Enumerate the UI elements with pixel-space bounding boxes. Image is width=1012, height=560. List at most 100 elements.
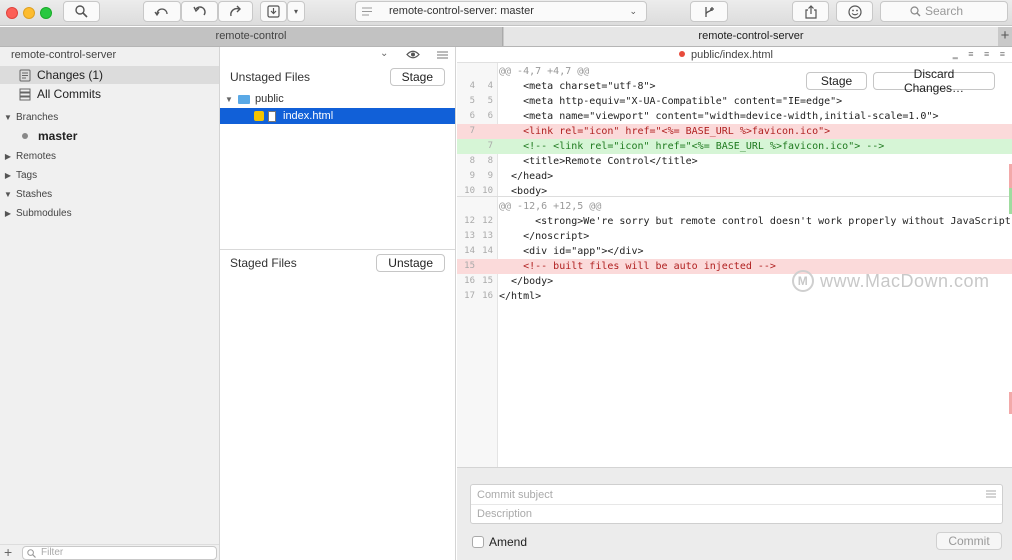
diff-line-code: <!-- built files will be auto injected -… xyxy=(499,261,776,272)
stash-button[interactable] xyxy=(260,1,287,22)
zoom-window-button[interactable] xyxy=(40,7,52,19)
diff-line-code: </body> xyxy=(499,276,554,287)
sidebar-item-all-commits[interactable]: All Commits xyxy=(0,85,219,103)
amend-checkbox[interactable]: Amend xyxy=(472,535,527,549)
diff-line-code: </html> xyxy=(499,291,542,302)
new-line-number: 5 xyxy=(487,96,493,106)
fetch-icon xyxy=(154,8,168,17)
sidebar-item-label: All Commits xyxy=(37,87,102,101)
fetch-button[interactable] xyxy=(143,1,181,22)
close-window-button[interactable] xyxy=(6,7,18,19)
add-icon[interactable]: + xyxy=(4,544,12,560)
diff-view: public/index.html ‗ ≡ ≡ ≡ @@ -4,7 +4,7 @… xyxy=(457,47,1012,467)
disclosure-open-icon: ▼ xyxy=(4,189,12,199)
new-line-number: 4 xyxy=(487,81,493,91)
diff-line-ctx[interactable]: 12 12 <strong>We're sorry but remote cont… xyxy=(457,214,1012,229)
magnifier-icon xyxy=(75,5,88,18)
commit-templates-icon[interactable] xyxy=(986,490,996,498)
diff-line-code: <meta http-equiv="X-UA-Compatible" conte… xyxy=(499,96,843,107)
diff-filename-label: public/index.html xyxy=(691,49,773,61)
section-tags[interactable]: ▶ Tags xyxy=(0,167,37,183)
diff-line-add[interactable]: 7 <!-- <link rel="icon" href="<%= BASE_U… xyxy=(457,139,1012,154)
branch-label: master xyxy=(38,129,78,143)
diff-line-ctx[interactable]: 14 14 <div id="app"></div> xyxy=(457,244,1012,259)
search-placeholder: Search xyxy=(925,4,964,18)
diff-line-code: @@ -4,7 +4,7 @@ xyxy=(499,66,590,77)
section-submodules[interactable]: ▶ Submodules xyxy=(0,205,72,221)
diff-options-icons[interactable]: ‗ ≡ ≡ ≡ xyxy=(953,49,1009,59)
watermark-text: www.MacDown.com xyxy=(820,270,990,291)
commit-description-input[interactable]: Description xyxy=(477,508,532,520)
tree-file-index-html[interactable]: index.html xyxy=(220,108,455,124)
branch-selector-label: remote-control-server: master xyxy=(389,5,534,17)
tab-remote-control[interactable]: remote-control xyxy=(0,27,503,46)
diff-line-ctx[interactable]: 13 13 </noscript> xyxy=(457,229,1012,244)
section-branches[interactable]: ▼ Branches xyxy=(0,109,58,125)
list-icon xyxy=(362,7,372,16)
discard-changes-button[interactable]: Discard Changes… xyxy=(873,67,995,95)
chevron-down-icon: ⌄ xyxy=(629,6,637,16)
unstage-all-button[interactable]: Unstage xyxy=(376,254,445,272)
diff-line-code: <!-- <link rel="icon" href="<%= BASE_URL… xyxy=(499,141,885,152)
old-line-number: 16 xyxy=(464,276,475,286)
stage-all-button[interactable]: Stage xyxy=(389,68,445,86)
diff-line-ctx[interactable]: 6 6 <meta name="viewport" content="width=… xyxy=(457,109,1012,124)
minimize-window-button[interactable] xyxy=(23,7,35,19)
new-line-number: 9 xyxy=(487,171,493,181)
disclosure-closed-icon: ▶ xyxy=(4,170,12,180)
push-button[interactable] xyxy=(218,1,253,22)
commit-message-separator xyxy=(471,504,1002,505)
search-toolbar-button[interactable] xyxy=(63,1,100,22)
tab-remote-control-server[interactable]: remote-control-server xyxy=(504,27,998,46)
collapse-all-icon[interactable]: ⌄ xyxy=(380,48,388,59)
branch-selector[interactable]: remote-control-server: master ⌄ xyxy=(355,1,647,22)
commits-icon xyxy=(19,88,31,100)
stash-menu-button[interactable]: ▾ xyxy=(287,1,305,22)
toolbar: ▾ remote-control-server: master ⌄ Search xyxy=(0,0,1012,26)
old-line-number: 9 xyxy=(469,171,475,181)
new-tab-button[interactable]: + xyxy=(998,27,1012,46)
branch-button[interactable] xyxy=(690,1,728,22)
section-label: Remotes xyxy=(16,150,57,162)
repository-name: remote-control-server xyxy=(11,49,117,61)
search-icon xyxy=(27,549,36,558)
section-remotes[interactable]: ▶ Remotes xyxy=(0,148,56,164)
section-label: Branches xyxy=(16,111,59,123)
list-options-icon[interactable] xyxy=(437,51,448,59)
watermark: M www.MacDown.com xyxy=(792,270,990,292)
amend-label: Amend xyxy=(489,535,528,549)
sidebar-item-label: Changes (1) xyxy=(37,68,104,82)
new-line-number: 6 xyxy=(487,111,493,121)
new-line-number: 8 xyxy=(487,156,493,166)
section-stashes[interactable]: ▼ Stashes xyxy=(0,186,52,202)
diff-line-code: <title>Remote Control</title> xyxy=(499,156,698,167)
stage-hunk-button[interactable]: Stage xyxy=(806,72,867,90)
diff-line-ctx[interactable]: 8 8 <title>Remote Control</title> xyxy=(457,154,1012,169)
tab-bar: remote-control remote-control-server + xyxy=(0,27,1012,47)
diff-line-code: <link rel="icon" href="<%= BASE_URL %>fa… xyxy=(499,126,831,137)
eye-icon[interactable] xyxy=(406,50,420,59)
old-line-number: 15 xyxy=(464,261,475,271)
search-input[interactable]: Search xyxy=(880,1,1008,22)
commit-subject-input[interactable]: Commit subject xyxy=(477,489,553,501)
sidebar-filter-input[interactable]: Filter xyxy=(22,546,217,560)
pull-button[interactable] xyxy=(181,1,218,22)
checkbox-icon[interactable] xyxy=(472,536,484,548)
staged-files-title: Staged Files xyxy=(230,256,297,270)
staging-toolbar: ⌄ xyxy=(220,47,455,63)
commit-button[interactable]: Commit xyxy=(936,532,1002,550)
sidebar: remote-control-server Changes (1) All Co… xyxy=(0,47,220,560)
sidebar-item-changes[interactable]: Changes (1) xyxy=(0,66,219,84)
old-line-number: 6 xyxy=(469,111,475,121)
old-line-number: 17 xyxy=(464,291,475,301)
branch-item-master[interactable]: master xyxy=(22,129,77,143)
diff-line-ctx[interactable]: 9 9 </head> xyxy=(457,169,1012,184)
diff-line-ctx[interactable]: 5 5 <meta http-equiv="X-UA-Compatible" co… xyxy=(457,94,1012,109)
section-label: Submodules xyxy=(16,207,72,219)
share-button[interactable] xyxy=(792,1,829,22)
diff-line-del[interactable]: 7 <link rel="icon" href="<%= BASE_URL %>… xyxy=(457,124,1012,139)
search-icon xyxy=(910,6,921,17)
feedback-button[interactable] xyxy=(836,1,873,22)
tree-folder-public[interactable]: ▼ public xyxy=(220,91,455,107)
diff-line-hunk[interactable]: @@ -12,6 +12,5 @@ xyxy=(457,199,1012,214)
